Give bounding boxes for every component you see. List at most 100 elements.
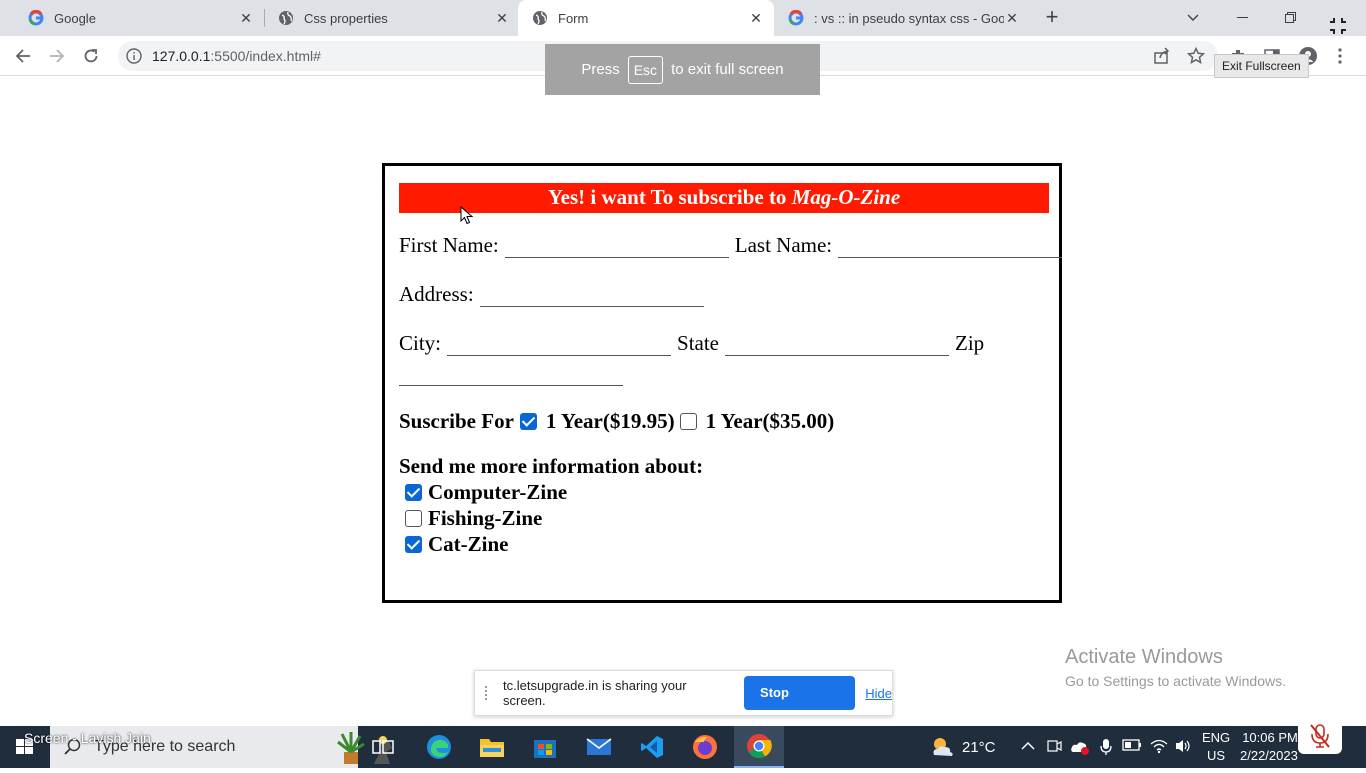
microphone-icon[interactable] — [1098, 738, 1116, 756]
url-host: 127.0.0.1 — [152, 48, 211, 64]
meet-now-icon[interactable] — [1046, 738, 1064, 756]
tab-css-properties[interactable]: Css properties ✕ — [258, 0, 520, 36]
share-icon[interactable] — [1152, 46, 1172, 66]
first-name-label: First Name: — [399, 233, 499, 257]
clock-time: 10:06 PM — [1242, 730, 1298, 745]
tab-title: Form — [558, 10, 589, 26]
fullscreen-toast: Press Esc to exit full screen — [545, 44, 820, 95]
tab-strip: Google ✕ Css properties ✕ Form ✕ : vs ::… — [0, 0, 1366, 36]
vscode-icon[interactable] — [627, 726, 677, 768]
zine-item-computer: Computer-Zine — [405, 480, 567, 505]
tab-search-chevron-icon[interactable] — [1170, 0, 1216, 36]
chevron-up-icon[interactable] — [1020, 738, 1038, 756]
tab-title: : vs :: in pseudo syntax css - Goog — [814, 10, 1004, 26]
clock[interactable]: 10:06 PM 2/22/2023 — [1240, 726, 1298, 768]
tab-google[interactable]: Google ✕ — [8, 0, 264, 36]
zine-item-cat: Cat-Zine — [405, 532, 509, 557]
weather-icon — [933, 738, 953, 756]
back-icon[interactable] — [11, 44, 35, 68]
tab-pseudo-syntax[interactable]: : vs :: in pseudo syntax css - Goog ✕ — [768, 0, 1030, 36]
address-input[interactable] — [479, 283, 704, 307]
microsoft-store-icon[interactable] — [520, 726, 570, 768]
region-code: US — [1207, 748, 1226, 763]
url-path: :5500/index.html# — [210, 48, 321, 64]
info-heading: Send me more information about: — [399, 454, 703, 479]
cat-zine-checkbox[interactable] — [405, 536, 422, 553]
forward-icon[interactable] — [45, 44, 69, 68]
fishing-zine-checkbox[interactable] — [405, 510, 422, 527]
language-indicator[interactable]: ENG US — [1202, 726, 1230, 768]
state-label: State — [677, 331, 720, 355]
task-view-icon[interactable] — [358, 726, 408, 768]
screen-share-label: Screen - Lavish Jain — [24, 730, 151, 746]
google-icon — [28, 10, 44, 26]
clock-date: 2/22/2023 — [1240, 748, 1298, 763]
reload-icon[interactable] — [79, 44, 103, 68]
close-icon[interactable]: ✕ — [494, 10, 510, 26]
google-icon — [788, 10, 804, 26]
zine-item-fishing: Fishing-Zine — [405, 506, 542, 531]
address-label: Address: — [399, 282, 474, 306]
tab-title: Google — [54, 10, 96, 26]
subscribe-label: Suscribe For — [399, 409, 514, 433]
minimize-button[interactable] — [1220, 0, 1266, 36]
last-name-input[interactable] — [838, 234, 1063, 258]
subscription-form: Yes! i want To subscribe to Mag-O-Zine F… — [382, 163, 1063, 603]
url-text: 127.0.0.1:5500/index.html# — [152, 48, 321, 64]
zip-input[interactable] — [399, 362, 623, 386]
computer-zine-label: Computer-Zine — [428, 480, 568, 504]
activate-title: Activate Windows — [1065, 646, 1223, 668]
tab-form[interactable]: Form ✕ — [518, 0, 774, 36]
city-state-row: City: State Zip — [399, 331, 984, 356]
windows-taskbar: Type here to search 21°C ENG US 10:06 PM… — [0, 726, 1366, 768]
globe-icon — [278, 10, 294, 26]
exit-fullscreen-tooltip: Exit Fullscreen — [1214, 54, 1309, 78]
file-explorer-icon[interactable] — [467, 726, 517, 768]
share-message: tc.letsupgrade.in is sharing your screen… — [502, 678, 687, 708]
hide-link[interactable]: Hide — [865, 686, 892, 701]
option-checkbox-2[interactable] — [679, 413, 697, 430]
form-header: Yes! i want To subscribe to Mag-O-Zine — [399, 183, 1049, 213]
city-input[interactable] — [447, 332, 672, 356]
zip-label: Zip — [955, 331, 985, 355]
tab-title: Css properties — [304, 10, 388, 26]
header-text: Yes! i want To subscribe to — [547, 185, 792, 209]
last-name-label: Last Name: — [734, 233, 833, 257]
menu-kebab-icon[interactable] — [1330, 46, 1350, 66]
info-icon[interactable] — [126, 48, 142, 64]
microphone-muted-icon[interactable] — [1298, 718, 1342, 754]
volume-icon[interactable] — [1174, 738, 1192, 756]
option-label-2: 1 Year($35.00) — [705, 409, 835, 433]
new-tab-button[interactable]: + — [1040, 6, 1064, 30]
close-icon[interactable]: ✕ — [748, 10, 764, 26]
activate-windows-watermark: Activate Windows Go to Settings to activ… — [1065, 646, 1286, 689]
weather-widget[interactable]: 21°C — [928, 726, 996, 768]
option-checkbox-1[interactable] — [519, 413, 537, 430]
name-row: First Name: Last Name: — [399, 233, 1068, 258]
exit-fullscreen-icon[interactable] — [1326, 14, 1350, 38]
restore-button[interactable] — [1268, 0, 1314, 36]
mail-icon[interactable] — [574, 726, 624, 768]
wifi-icon[interactable] — [1150, 738, 1168, 756]
onedrive-error-icon[interactable] — [1070, 738, 1089, 756]
firefox-icon[interactable] — [680, 726, 730, 768]
language-code: ENG — [1202, 730, 1231, 745]
edge-icon[interactable] — [414, 726, 464, 768]
chrome-icon[interactable] — [734, 726, 784, 768]
esc-key-badge: Esc — [627, 55, 664, 84]
battery-icon[interactable] — [1122, 738, 1141, 756]
computer-zine-checkbox[interactable] — [405, 484, 422, 501]
toast-text-before: Press — [581, 61, 620, 78]
first-name-input[interactable] — [504, 234, 729, 258]
state-input[interactable] — [725, 332, 950, 356]
city-label: City: — [399, 331, 442, 355]
drag-handle[interactable] — [485, 686, 493, 700]
stop-sharing-button[interactable]: Stop sharing — [744, 676, 856, 734]
close-icon[interactable]: ✕ — [238, 10, 254, 26]
fishing-zine-label: Fishing-Zine — [428, 506, 543, 530]
toast-text-after: to exit full screen — [671, 61, 784, 78]
bookmark-star-icon[interactable] — [1186, 46, 1206, 66]
close-icon[interactable]: ✕ — [1004, 10, 1020, 26]
zip-row — [399, 362, 629, 386]
cat-zine-label: Cat-Zine — [428, 532, 509, 556]
